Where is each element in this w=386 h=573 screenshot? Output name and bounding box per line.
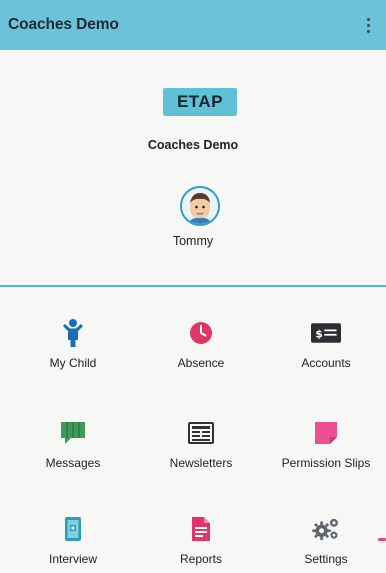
menu-item-label: Settings: [304, 552, 348, 566]
child-name: Tommy: [172, 234, 214, 248]
menu-item-label: Newsletters: [169, 456, 233, 470]
app-title: Coaches Demo: [8, 16, 119, 33]
app-bar: Coaches Demo: [0, 0, 386, 50]
menu-item-reports[interactable]: Reports: [137, 514, 265, 573]
menu-item-interview[interactable]: Interview: [9, 514, 137, 573]
school-name: Coaches Demo: [147, 138, 239, 152]
edge-indicator: [378, 538, 386, 541]
app-screen: Coaches Demo ETAP Coaches Demo Tommy My …: [0, 0, 386, 573]
menu-item-accounts[interactable]: $ Accounts: [262, 318, 386, 388]
sticky-note-icon: [311, 418, 341, 448]
menu-item-my-child[interactable]: My Child: [9, 318, 137, 388]
menu-item-messages[interactable]: Messages: [9, 418, 137, 488]
menu-item-label: Messages: [45, 456, 101, 470]
gears-icon: [311, 514, 341, 544]
menu-item-label: Reports: [179, 552, 223, 566]
menu-item-settings[interactable]: Settings: [262, 514, 386, 573]
menu-item-label: Interview: [48, 552, 98, 566]
child-avatar[interactable]: [180, 186, 220, 226]
menu-item-label: My Child: [49, 356, 97, 370]
menu-item-label: Permission Slips: [281, 456, 371, 470]
newspaper-icon: [186, 418, 216, 448]
menu-item-absence[interactable]: Absence: [137, 318, 265, 388]
logo-text: ETAP: [176, 92, 224, 111]
menu-item-label: Absence: [177, 356, 225, 370]
chat-icon: [58, 418, 88, 448]
school-logo: ETAP: [163, 88, 237, 116]
section-divider: [0, 285, 386, 287]
menu-item-permission-slips[interactable]: Permission Slips: [262, 418, 386, 488]
clock-icon: [186, 318, 216, 348]
menu-item-newsletters[interactable]: Newsletters: [137, 418, 265, 488]
menu-item-label: Accounts: [301, 356, 351, 370]
svg-text:$: $: [315, 328, 322, 340]
document-icon: [186, 514, 216, 544]
child-icon: [58, 318, 88, 348]
calendar-icon: [58, 514, 88, 544]
money-icon: $: [311, 318, 341, 348]
overflow-menu-icon[interactable]: [360, 14, 376, 36]
